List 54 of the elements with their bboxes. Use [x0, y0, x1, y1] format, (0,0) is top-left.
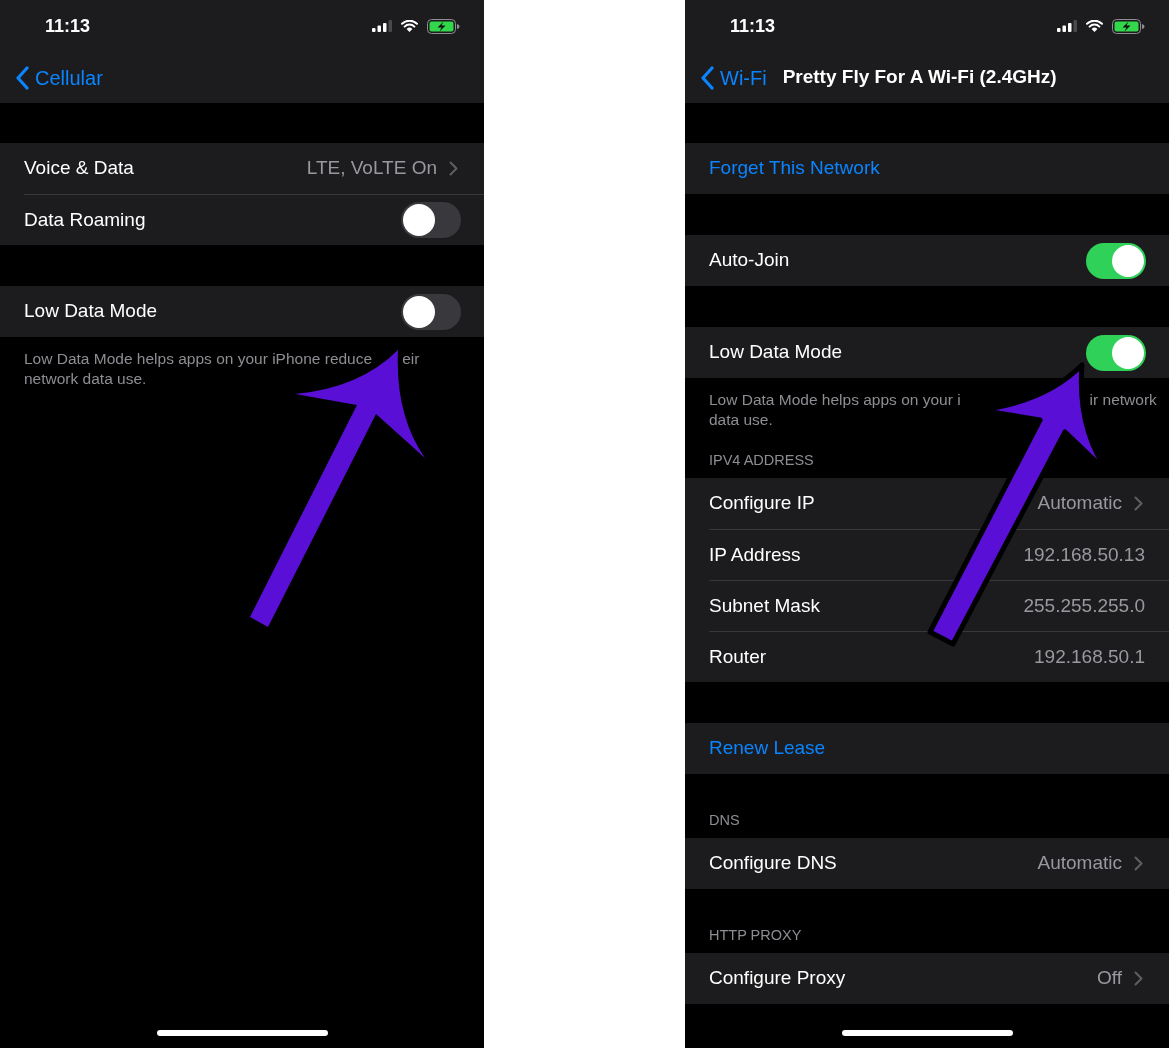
wifi-icon [401, 20, 418, 32]
row-label: Auto-Join [709, 248, 790, 273]
battery-charging-icon [1112, 18, 1145, 34]
footer-text: data use. [709, 410, 773, 430]
row-value: 192.168.50.13 [1023, 542, 1145, 567]
toggle-switch[interactable] [401, 293, 461, 330]
status-time: 11:13 [45, 14, 91, 38]
row-value: 255.255.255.0 [1023, 593, 1145, 618]
row-label: Voice & Data [24, 156, 134, 181]
back-button[interactable]: Cellular [15, 62, 103, 93]
row-value: Automatic [1037, 851, 1122, 876]
action-button[interactable]: Renew Lease [685, 723, 1169, 774]
row-label: Router [709, 644, 767, 669]
row-value: Off [1097, 966, 1122, 991]
action-button[interactable]: Forget This Network [685, 143, 1169, 194]
chevron-right-icon [1134, 856, 1143, 871]
row-label: Low Data Mode [24, 299, 158, 324]
row-label: Data Roaming [24, 207, 146, 232]
section-header: DNS [709, 811, 740, 831]
toggle-switch[interactable] [401, 202, 461, 238]
row-value: LTE, VoLTE On [306, 156, 437, 181]
settings-row[interactable]: Configure DNS Automatic [685, 838, 1169, 889]
row-value: 192.168.50.1 [1034, 644, 1145, 669]
chevron-right-icon [1134, 971, 1143, 986]
wifi-icon [1086, 20, 1103, 32]
section-header: HTTP PROXY [709, 926, 802, 946]
row-label: IP Address [709, 542, 801, 567]
toggle-switch[interactable] [1086, 334, 1146, 371]
footer-text: Low Data Mode helps apps on your iPhone reduce [24, 349, 373, 369]
footer-text: Low Data Mode helps apps on your i [709, 390, 961, 410]
settings-row[interactable]: Configure Proxy Off [685, 953, 1169, 1004]
chevron-left-icon [700, 65, 714, 90]
chevron-right-icon [449, 161, 458, 176]
battery-charging-icon [427, 18, 460, 34]
section-header: IPV4 ADDRESS [709, 451, 814, 471]
row-label: Low Data Mode [709, 340, 843, 365]
status-time: 11:13 [730, 14, 776, 38]
row-value: Automatic [1037, 491, 1122, 516]
chevron-left-icon [15, 65, 29, 90]
chevron-right-icon [1134, 496, 1143, 511]
row-label: Configure IP [709, 491, 815, 516]
settings-row[interactable]: Voice & Data LTE, VoLTE On [0, 143, 484, 194]
row-label: Subnet Mask [709, 593, 820, 618]
toggle-switch[interactable] [1086, 242, 1146, 279]
row-label: Configure DNS [709, 851, 837, 876]
settings-row[interactable]: Configure IP Automatic [685, 478, 1169, 529]
footer-text: ir network [1089, 390, 1157, 410]
signal-icon [1057, 20, 1077, 32]
footer-text: eir [402, 349, 420, 369]
nav-title: Pretty Fly For A Wi-Fi (2.4GHz) [782, 65, 1057, 90]
row-label: Configure Proxy [709, 966, 846, 991]
footer-text: network data use. [24, 369, 147, 389]
signal-icon [372, 20, 392, 32]
back-button[interactable]: Wi-Fi [700, 62, 767, 93]
